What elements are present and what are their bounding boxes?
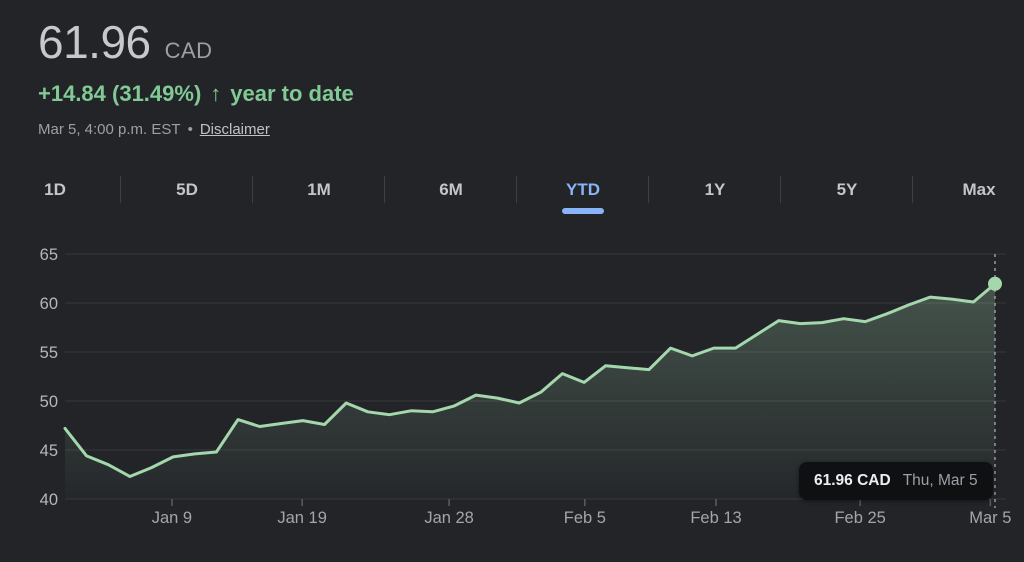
price-value: 61.96	[38, 16, 151, 68]
tab-label: 6M	[439, 179, 463, 201]
tab-5d[interactable]: 5D	[121, 171, 253, 219]
y-axis-label: 45	[40, 442, 58, 460]
tab-ytd[interactable]: YTD	[517, 171, 649, 219]
y-axis-label: 40	[40, 491, 58, 509]
tooltip-date: Thu, Mar 5	[903, 472, 978, 490]
tab-1y[interactable]: 1Y	[649, 171, 781, 219]
tab-6m[interactable]: 6M	[385, 171, 517, 219]
x-axis-label: Feb 25	[834, 509, 885, 527]
crosshair-tooltip: 61.96 CAD Thu, Mar 5	[799, 462, 993, 500]
last-point-dot	[988, 277, 1002, 291]
tab-max[interactable]: Max	[913, 171, 1024, 219]
tab-label: 1M	[307, 179, 331, 201]
tooltip-price: 61.96 CAD	[814, 472, 891, 490]
tab-underline	[298, 208, 340, 214]
tab-underline	[166, 208, 208, 214]
x-axis-label: Jan 28	[424, 509, 474, 527]
quote-meta: Mar 5, 4:00 p.m. EST • Disclaimer	[38, 120, 354, 139]
tab-5y[interactable]: 5Y	[781, 171, 913, 219]
bullet-separator: •	[188, 120, 193, 139]
change-context: year to date	[230, 81, 354, 107]
tab-1m[interactable]: 1M	[253, 171, 385, 219]
up-arrow-icon: ↑	[210, 81, 221, 107]
active-tab-underline	[562, 208, 604, 214]
x-axis-label: Jan 19	[277, 509, 327, 527]
chart-area[interactable]: 40 45 50 55 60 65 Jan 9 Jan 19 Jan 28 Feb 5 Feb 13…	[0, 240, 1024, 562]
tab-underline	[430, 208, 472, 214]
price-change: +14.84 (31.49%) ↑ year to date	[38, 81, 354, 107]
x-axis-label: Feb 5	[564, 509, 606, 527]
x-axis-label: Jan 9	[152, 509, 192, 527]
tab-underline	[34, 208, 76, 214]
stock-quote-header: 61.96 CAD +14.84 (31.49%) ↑ year to date…	[38, 16, 354, 139]
tab-underline	[694, 208, 736, 214]
y-axis-label: 60	[40, 295, 58, 313]
y-axis-label: 65	[40, 246, 58, 264]
tab-label: 1Y	[705, 179, 726, 201]
tab-label: 5D	[176, 179, 198, 201]
disclaimer-link[interactable]: Disclaimer	[200, 120, 270, 139]
currency-label: CAD	[165, 38, 213, 64]
price-chart-svg[interactable]: 40 45 50 55 60 65 Jan 9 Jan 19 Jan 28 Feb 5 Feb 13…	[0, 240, 1024, 562]
tab-label: YTD	[566, 179, 600, 201]
tab-underline	[958, 208, 1000, 214]
tab-label: 1D	[44, 179, 66, 201]
y-axis-label: 50	[40, 393, 58, 411]
x-axis-label: Feb 13	[690, 509, 741, 527]
tab-label: Max	[962, 179, 995, 201]
y-axis-label: 55	[40, 344, 58, 362]
price-row: 61.96 CAD	[38, 16, 354, 68]
time-range-tabs: 1D 5D 1M 6M YTD 1Y 5Y Max	[0, 171, 1024, 219]
x-axis-label: Mar 5	[969, 509, 1011, 527]
tab-1d[interactable]: 1D	[0, 171, 121, 219]
quote-timestamp: Mar 5, 4:00 p.m. EST	[38, 120, 181, 139]
change-value: +14.84 (31.49%)	[38, 81, 201, 107]
tab-underline	[826, 208, 868, 214]
tab-label: 5Y	[837, 179, 858, 201]
